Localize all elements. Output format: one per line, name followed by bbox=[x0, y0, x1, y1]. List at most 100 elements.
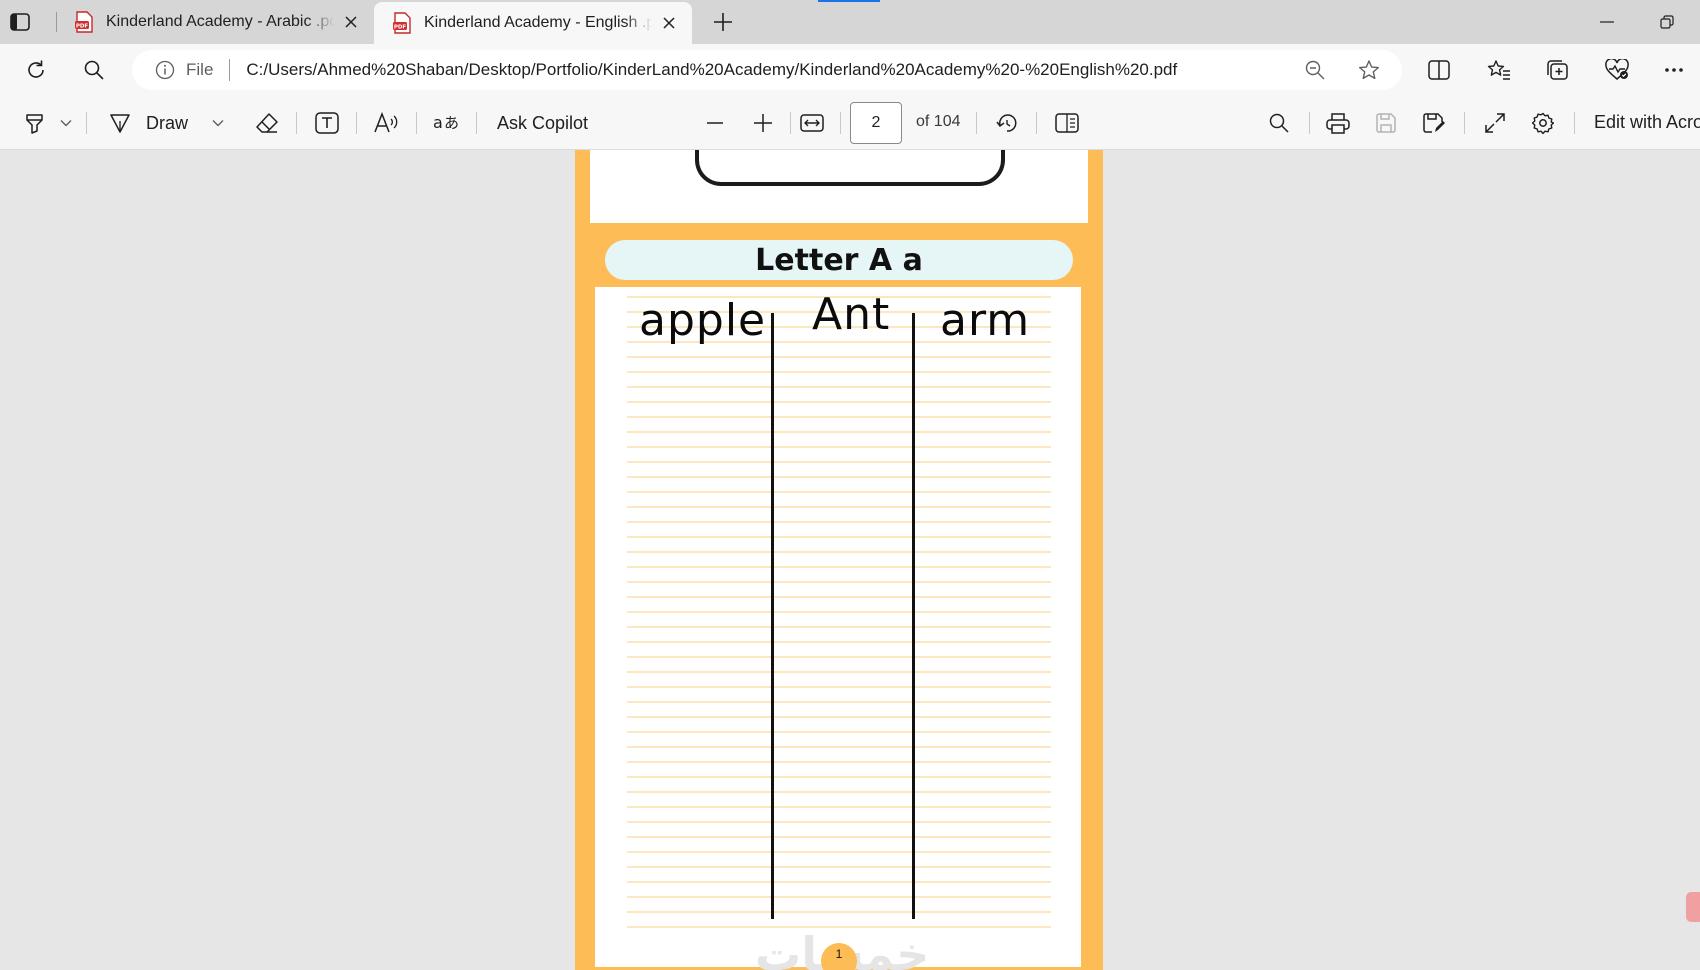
svg-text:PDF: PDF bbox=[76, 23, 89, 29]
search-button[interactable] bbox=[77, 54, 111, 86]
pdf-file-icon: PDF bbox=[393, 12, 411, 34]
address-input[interactable]: File C:/Users/Ahmed%20Shaban/Desktop/Por… bbox=[132, 50, 1402, 90]
browser-essentials-button[interactable] bbox=[1600, 54, 1634, 86]
plus-icon bbox=[754, 114, 772, 132]
previous-page-frame bbox=[695, 150, 1005, 186]
word-arm: arm bbox=[940, 295, 1031, 346]
tab-title: Kinderland Academy - English .pdf bbox=[424, 14, 652, 31]
split-screen-icon bbox=[1428, 60, 1450, 80]
draw-pen-icon bbox=[110, 114, 130, 133]
draw-label: Draw bbox=[146, 112, 189, 133]
collections-icon bbox=[1547, 60, 1568, 80]
word-apple: apple bbox=[639, 295, 767, 346]
page-title: Letter A a bbox=[605, 240, 1073, 280]
favorites-button[interactable] bbox=[1482, 54, 1516, 86]
tab-close-button[interactable] bbox=[658, 12, 680, 34]
heart-pulse-icon bbox=[1605, 59, 1629, 80]
zoom-out-button[interactable] bbox=[700, 109, 730, 137]
zoom-in-button[interactable] bbox=[748, 109, 778, 137]
draw-options-button[interactable] bbox=[208, 109, 228, 137]
loading-indicator bbox=[818, 0, 880, 2]
pdf-file-icon: PDF bbox=[75, 11, 93, 33]
split-screen-button[interactable] bbox=[1422, 54, 1456, 86]
svg-text:PDF: PDF bbox=[394, 24, 407, 30]
read-aloud-icon bbox=[374, 112, 398, 133]
site-info-icon[interactable] bbox=[154, 59, 176, 81]
pdf-settings-button[interactable] bbox=[1528, 109, 1558, 137]
word-ant: Ant bbox=[812, 289, 891, 340]
erase-button[interactable] bbox=[252, 109, 282, 137]
url-text: C:/Users/Ahmed%20Shaban/Desktop/Portfoli… bbox=[246, 60, 1178, 79]
save-as-icon bbox=[1423, 113, 1445, 133]
edit-with-acrobat-button[interactable]: Edit with Acrobat bbox=[1594, 112, 1700, 133]
rotate-button[interactable] bbox=[991, 109, 1023, 137]
expand-icon bbox=[1485, 113, 1505, 133]
tab-close-button[interactable] bbox=[340, 11, 362, 33]
search-icon bbox=[1269, 113, 1289, 133]
plus-icon bbox=[714, 13, 732, 31]
zoom-out-icon bbox=[1305, 60, 1325, 80]
page-total: of 104 bbox=[916, 113, 961, 130]
text-box-icon bbox=[315, 112, 339, 134]
add-text-button[interactable] bbox=[310, 109, 344, 137]
fit-to-width-button[interactable] bbox=[796, 109, 828, 137]
column-divider bbox=[912, 313, 915, 919]
find-button[interactable] bbox=[1264, 109, 1294, 137]
zoom-out-address-button[interactable] bbox=[1300, 56, 1330, 84]
collections-button[interactable] bbox=[1540, 54, 1574, 86]
fullscreen-button[interactable] bbox=[1480, 109, 1510, 137]
tab-english-pdf[interactable]: PDF Kinderland Academy - English .pdf bbox=[374, 2, 692, 44]
page-number-input[interactable]: 2 bbox=[850, 102, 902, 144]
page-view-button[interactable] bbox=[1050, 109, 1084, 137]
ruled-lines bbox=[627, 296, 1051, 928]
search-icon bbox=[84, 60, 104, 80]
minimize-button[interactable] bbox=[1590, 8, 1624, 36]
highlight-options-button[interactable] bbox=[56, 109, 76, 137]
more-icon bbox=[1665, 68, 1683, 72]
eraser-icon bbox=[256, 113, 278, 133]
tab-actions-icon bbox=[10, 13, 30, 31]
star-icon bbox=[1359, 60, 1379, 80]
favorite-button[interactable] bbox=[1354, 56, 1384, 84]
rotate-icon bbox=[996, 114, 1017, 132]
minus-icon bbox=[707, 122, 723, 124]
svg-text:a: a bbox=[433, 113, 443, 132]
highlight-button[interactable] bbox=[20, 109, 50, 137]
printer-icon bbox=[1326, 113, 1350, 134]
new-tab-button[interactable] bbox=[708, 8, 738, 36]
minimize-icon bbox=[1600, 21, 1614, 23]
chevron-down-icon bbox=[212, 120, 224, 127]
pdf-toolbar: Draw a あ Ask Copilot 2 of 104 Edit with … bbox=[0, 96, 1700, 150]
draw-button[interactable]: Draw bbox=[108, 109, 208, 137]
address-bar-row: File C:/Users/Ahmed%20Shaban/Desktop/Por… bbox=[0, 44, 1700, 96]
tab-title: Kinderland Academy - Arabic .pdf bbox=[106, 13, 334, 30]
worksheet: apple Ant arm خمسات bbox=[595, 287, 1081, 970]
current-page: Letter A a apple Ant arm خمسات 1 bbox=[575, 223, 1103, 970]
tab-actions-button[interactable] bbox=[6, 9, 34, 35]
chevron-down-icon bbox=[60, 120, 72, 127]
pdf-viewer[interactable]: Letter A a apple Ant arm خمسات 1 bbox=[0, 150, 1700, 970]
translate-icon: a あ bbox=[433, 113, 459, 132]
save-button[interactable] bbox=[1370, 109, 1402, 137]
read-aloud-button[interactable] bbox=[370, 109, 404, 137]
page-view-icon bbox=[1055, 113, 1079, 133]
print-button[interactable] bbox=[1322, 109, 1354, 137]
ask-copilot-button[interactable]: Ask Copilot bbox=[497, 109, 607, 137]
column-divider bbox=[771, 313, 774, 919]
tab-arabic-pdf[interactable]: PDF Kinderland Academy - Arabic .pdf bbox=[56, 0, 374, 44]
settings-more-button[interactable] bbox=[1657, 54, 1691, 86]
save-as-button[interactable] bbox=[1418, 109, 1450, 137]
svg-text:あ: あ bbox=[444, 114, 459, 132]
translate-button[interactable]: a あ bbox=[430, 109, 464, 137]
favorites-icon bbox=[1487, 60, 1510, 80]
close-icon bbox=[345, 16, 357, 28]
refresh-button[interactable] bbox=[19, 54, 53, 86]
scheme-label: File bbox=[186, 60, 214, 79]
refresh-icon bbox=[28, 60, 44, 78]
restore-button[interactable] bbox=[1650, 8, 1684, 36]
side-panel-handle[interactable] bbox=[1686, 892, 1700, 922]
gear-icon bbox=[1532, 112, 1554, 134]
save-icon bbox=[1376, 113, 1396, 133]
address-divider bbox=[229, 59, 231, 81]
restore-icon bbox=[1660, 15, 1674, 29]
